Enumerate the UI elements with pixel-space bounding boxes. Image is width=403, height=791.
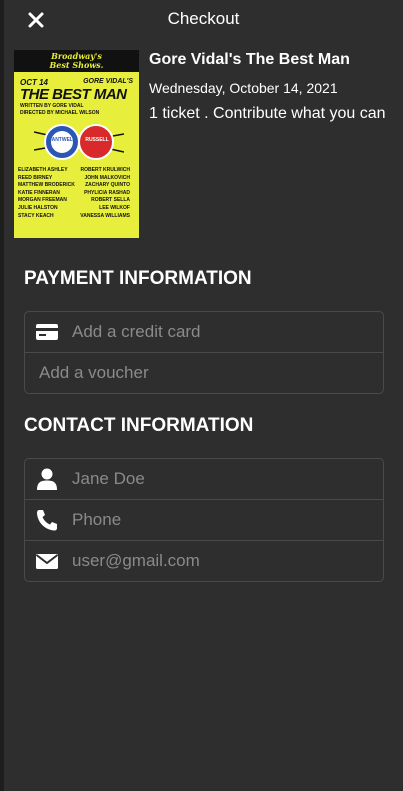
poster-campaign-buttons: CANTWELL RUSSELL: [33, 122, 125, 162]
contact-group: Jane Doe Phone user@gmail.com: [24, 458, 384, 582]
credit-card-icon: [35, 321, 59, 343]
event-date: Wednesday, October 14, 2021: [149, 80, 338, 96]
envelope-icon: [35, 550, 59, 572]
event-title: Gore Vidal's The Best Man: [149, 51, 350, 68]
ticket-summary: 1 ticket . Contribute what you can: [149, 105, 386, 122]
voucher-placeholder: Add a voucher: [39, 363, 149, 382]
payment-heading: PAYMENT INFORMATION: [24, 268, 252, 289]
page-title: Checkout: [167, 9, 240, 28]
left-edge: [0, 0, 4, 791]
poster-directed-by: DIRECTED BY MICHAEL WILSON: [20, 110, 100, 116]
poster-cast-list: ELIZABETH ASHLEY ROBERT KRULWICH REED BIR…: [18, 167, 130, 219]
contact-heading: CONTACT INFORMATION: [24, 415, 254, 436]
poster-brand-bar: Broadway's Best Shows.: [14, 50, 139, 72]
email-placeholder: user@gmail.com: [72, 551, 200, 570]
poster-written-by: WRITTEN BY GORE VIDAL: [20, 103, 84, 109]
name-placeholder: Jane Doe: [72, 469, 145, 488]
header: Checkout: [4, 0, 403, 38]
event-poster: Broadway's Best Shows. OCT 14 GORE VIDAL…: [14, 50, 139, 238]
phone-icon: [35, 509, 59, 531]
poster-title: THE BEST MAN: [20, 86, 127, 103]
poster-button-left: CANTWELL: [47, 137, 77, 143]
email-field[interactable]: user@gmail.com: [25, 540, 383, 581]
voucher-field[interactable]: Add a voucher: [25, 352, 383, 393]
name-field[interactable]: Jane Doe: [25, 459, 383, 499]
phone-field[interactable]: Phone: [25, 499, 383, 540]
user-icon: [35, 468, 59, 490]
poster-brand: Broadway's Best Shows.: [49, 51, 104, 70]
poster-author: GORE VIDAL'S: [83, 78, 133, 85]
poster-button-right: RUSSELL: [85, 137, 109, 143]
phone-placeholder: Phone: [72, 510, 122, 529]
payment-group: Add a credit card Add a voucher: [24, 311, 384, 394]
credit-card-field[interactable]: Add a credit card: [25, 312, 383, 352]
credit-card-placeholder: Add a credit card: [72, 322, 201, 341]
